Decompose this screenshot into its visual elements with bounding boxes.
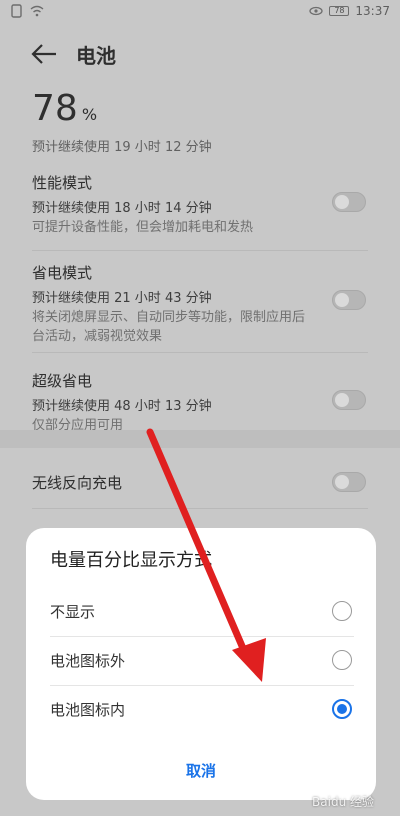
radio-button[interactable] (332, 601, 352, 621)
option-label: 电池图标外 (50, 652, 126, 670)
option-inside-icon[interactable]: 电池图标内 (50, 686, 354, 734)
watermark: Baidu 经验 (312, 795, 374, 809)
option-hide[interactable]: 不显示 (50, 588, 354, 636)
radio-button-selected[interactable] (332, 699, 352, 719)
option-label: 不显示 (50, 603, 96, 621)
cancel-button[interactable]: 取消 (26, 760, 376, 781)
dialog-title: 电量百分比显示方式 (50, 550, 212, 571)
percentage-display-dialog: 电量百分比显示方式 不显示 电池图标外 电池图标内 取消 (26, 528, 376, 800)
radio-button[interactable] (332, 650, 352, 670)
option-outside-icon[interactable]: 电池图标外 (50, 637, 354, 685)
option-label: 电池图标内 (50, 701, 126, 719)
